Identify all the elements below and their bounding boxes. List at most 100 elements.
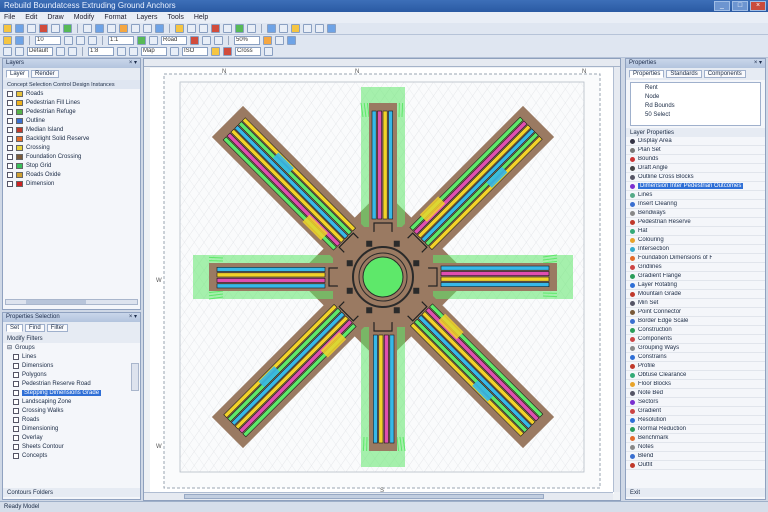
pan-icon[interactable]: [15, 47, 24, 56]
snap-icon[interactable]: [137, 36, 146, 45]
selection-vscroll[interactable]: [131, 363, 139, 391]
rotate-icon[interactable]: [214, 36, 223, 45]
property-row[interactable]: Dimension Inter Pedestrian Outcomes: [626, 182, 765, 191]
property-row[interactable]: Insert Clearing: [626, 200, 765, 209]
layer-item[interactable]: Dimension: [3, 179, 140, 188]
layer-item[interactable]: Backlight Solid Reserve: [3, 134, 140, 143]
selection-item[interactable]: Stepping Dimensions Grade: [3, 388, 140, 397]
property-row[interactable]: Components: [626, 335, 765, 344]
layer-color-swatch[interactable]: [16, 135, 23, 142]
intersection-plan[interactable]: N N N W W S: [150, 68, 614, 494]
menu-item[interactable]: Draw: [47, 14, 63, 21]
expand-icon[interactable]: ⊟: [7, 344, 12, 351]
central-island[interactable]: [362, 256, 404, 298]
tab-standards[interactable]: Standards: [666, 70, 702, 78]
property-list-item[interactable]: 50 Select: [645, 112, 760, 121]
measure-icon[interactable]: [275, 36, 284, 45]
selection-item[interactable]: Polygons: [3, 370, 140, 379]
item-checkbox[interactable]: [13, 353, 19, 360]
selection-item[interactable]: Lines: [3, 352, 140, 361]
tab-find[interactable]: Find: [25, 324, 45, 332]
dimension-icon[interactable]: [170, 47, 179, 56]
tab-set[interactable]: Set: [6, 324, 24, 332]
item-checkbox[interactable]: [13, 398, 19, 405]
cut-icon[interactable]: [39, 24, 48, 33]
scroll-thumb[interactable]: [184, 494, 544, 499]
selection-item[interactable]: Dimensions: [3, 361, 140, 370]
menu-item[interactable]: Format: [104, 14, 126, 21]
open-icon[interactable]: [15, 24, 24, 33]
layer-item[interactable]: Roads: [3, 89, 140, 98]
selection-item[interactable]: Dimensioning: [3, 424, 140, 433]
visibility-checkbox[interactable]: [7, 99, 13, 106]
layer-item[interactable]: Pedestrian Refuge: [3, 107, 140, 116]
property-row[interactable]: Draft Angle: [626, 164, 765, 173]
rectangle-icon[interactable]: [68, 47, 77, 56]
selection-item[interactable]: Sheets Contour: [3, 442, 140, 451]
property-list-item[interactable]: Rent: [645, 85, 760, 94]
visibility-checkbox[interactable]: [7, 171, 13, 178]
selection-item[interactable]: Concepts: [3, 451, 140, 460]
road-arm[interactable]: [361, 320, 406, 467]
visibility-checkbox[interactable]: [7, 135, 13, 142]
property-row[interactable]: Note Bed: [626, 389, 765, 398]
layer-color-swatch[interactable]: [16, 126, 23, 133]
menu-item[interactable]: Edit: [25, 14, 37, 21]
close-icon[interactable]: × ▾: [129, 313, 137, 322]
property-row[interactable]: Construction: [626, 326, 765, 335]
layer-color-swatch[interactable]: [16, 153, 23, 160]
visibility-checkbox[interactable]: [7, 117, 13, 124]
linewidth-combo[interactable]: 10: [35, 36, 61, 45]
ortho-icon[interactable]: [247, 24, 256, 33]
item-checkbox[interactable]: [13, 434, 19, 441]
property-row[interactable]: Layer Rotating: [626, 281, 765, 290]
layer-icon[interactable]: [175, 24, 184, 33]
layer-color-swatch[interactable]: [16, 117, 23, 124]
zoom-out-icon[interactable]: [143, 24, 152, 33]
property-row[interactable]: Constrains: [626, 353, 765, 362]
help-icon[interactable]: [327, 24, 336, 33]
property-list-item[interactable]: Node: [645, 94, 760, 103]
layer-item[interactable]: Crossing: [3, 143, 140, 152]
property-row[interactable]: Grouping Ways: [626, 344, 765, 353]
item-checkbox[interactable]: [13, 371, 19, 378]
close-button[interactable]: ×: [750, 1, 766, 11]
layer-color-swatch[interactable]: [16, 108, 23, 115]
property-row[interactable]: Blend: [626, 452, 765, 461]
tab-properties[interactable]: Properties: [629, 70, 665, 78]
road-arm[interactable]: [426, 254, 573, 299]
highlight-icon[interactable]: [263, 36, 272, 45]
item-checkbox[interactable]: [13, 425, 19, 432]
zoom-combo[interactable]: 50%: [234, 36, 260, 45]
item-checkbox[interactable]: [13, 452, 19, 459]
maximize-button[interactable]: □: [732, 1, 748, 11]
tab-components[interactable]: Components: [703, 70, 746, 78]
layer-icon[interactable]: [287, 36, 296, 45]
property-row[interactable]: Plan Set: [626, 146, 765, 155]
property-row[interactable]: Border Edge Scale: [626, 317, 765, 326]
block-icon[interactable]: [211, 47, 220, 56]
redo-icon[interactable]: [83, 24, 92, 33]
property-row[interactable]: Normal Reduction: [626, 425, 765, 434]
selection-item[interactable]: Landscaping Zone: [3, 397, 140, 406]
menu-item[interactable]: File: [4, 14, 15, 21]
circle-icon[interactable]: [76, 36, 85, 45]
copy-icon[interactable]: [27, 24, 36, 33]
property-row[interactable]: Resolution: [626, 416, 765, 425]
property-row[interactable]: Benchmark: [626, 434, 765, 443]
osnap-icon[interactable]: [279, 24, 288, 33]
canvas-hscroll[interactable]: [144, 492, 613, 500]
polyline-icon[interactable]: [56, 47, 65, 56]
property-row[interactable]: Gridlines: [626, 263, 765, 272]
property-row[interactable]: Gradient Flange: [626, 272, 765, 281]
road-arm[interactable]: [360, 87, 405, 234]
hatch-icon[interactable]: [117, 47, 126, 56]
erase-icon[interactable]: [211, 24, 220, 33]
layers-hscroll[interactable]: [5, 299, 138, 305]
model-icon[interactable]: [315, 24, 324, 33]
menu-item[interactable]: Layers: [136, 14, 157, 21]
properties-icon[interactable]: [187, 24, 196, 33]
visibility-checkbox[interactable]: [7, 90, 13, 97]
grid-icon[interactable]: [149, 36, 158, 45]
undo-icon[interactable]: [63, 24, 72, 33]
